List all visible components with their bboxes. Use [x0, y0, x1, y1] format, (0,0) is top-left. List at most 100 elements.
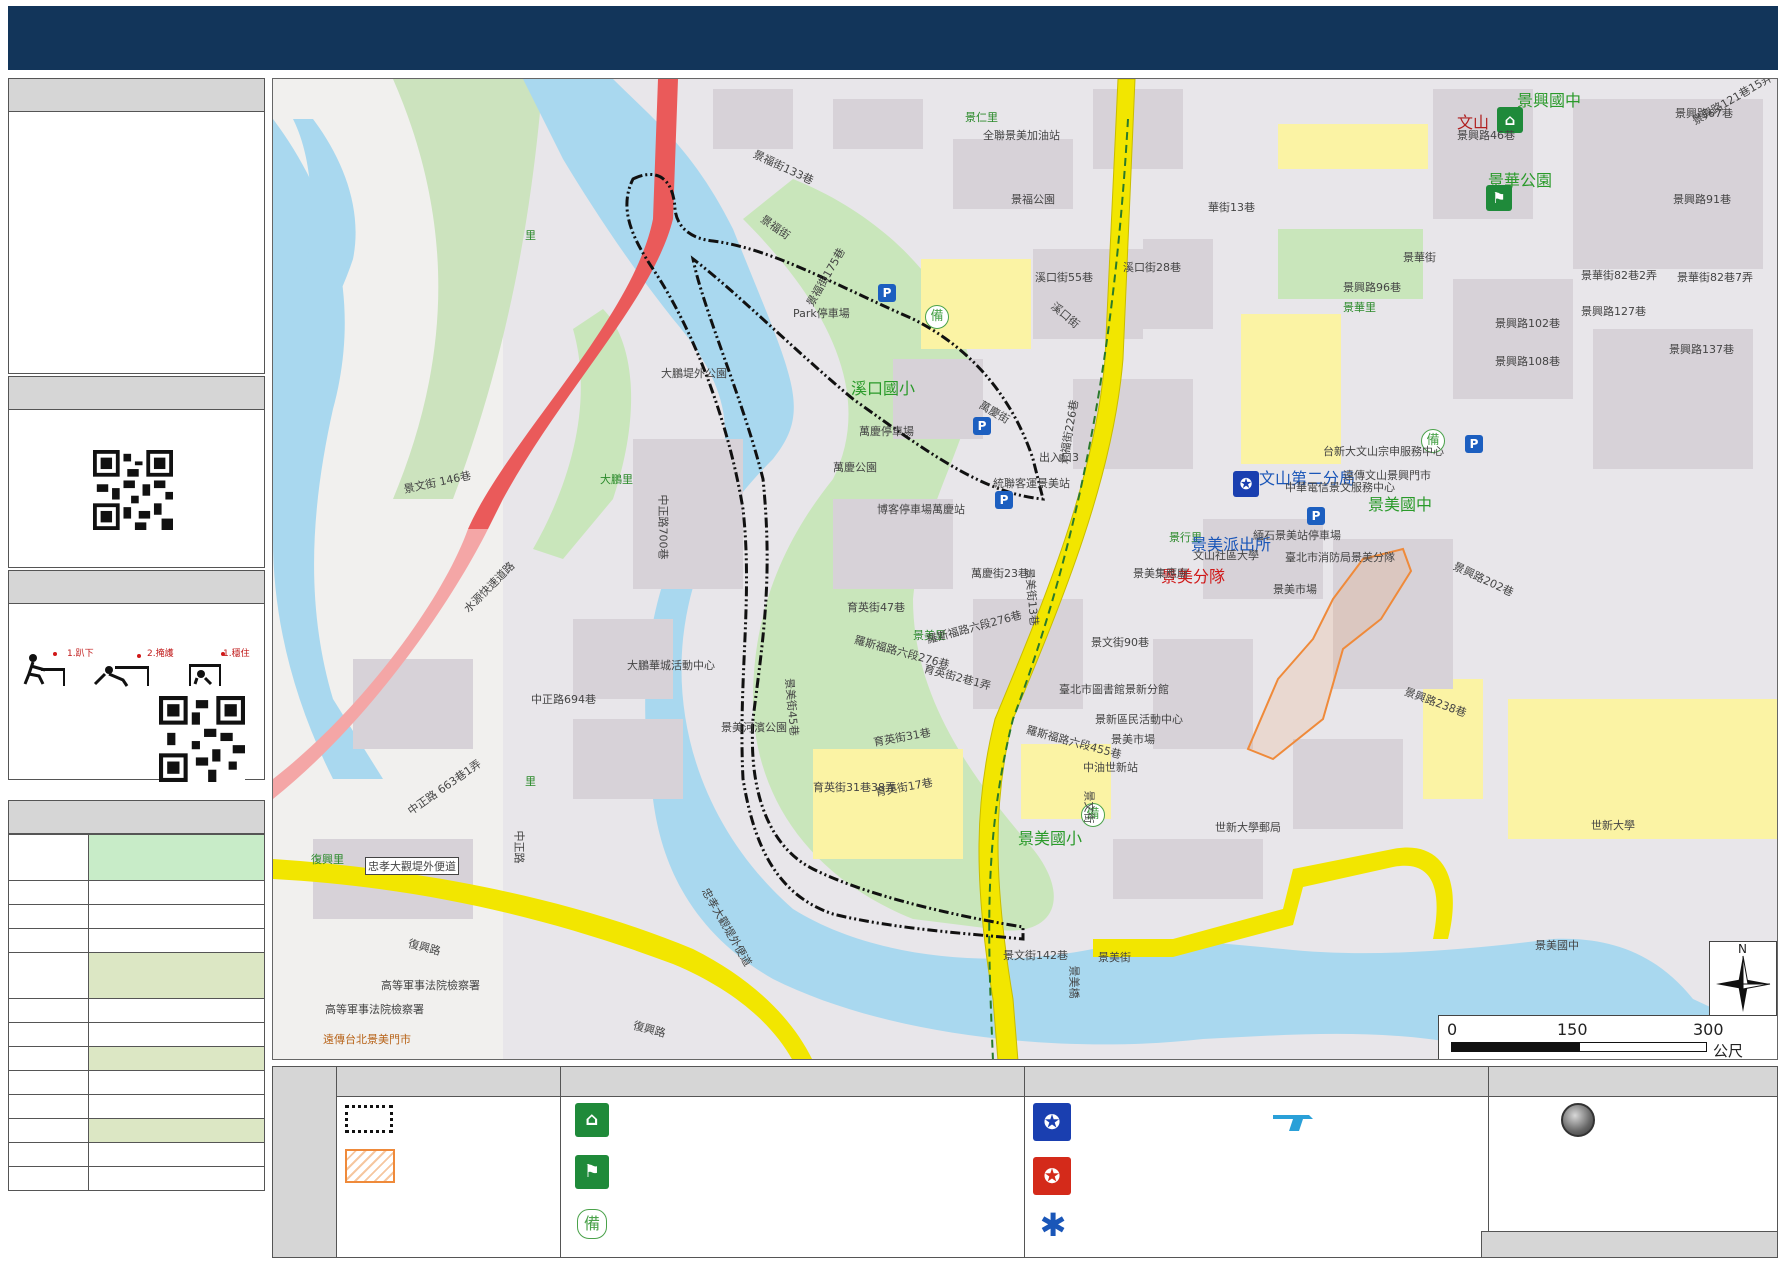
- poi-label: 萬慶停車場: [859, 425, 914, 438]
- sidebar-qr-box: [8, 410, 265, 568]
- poi-label: 景美國中: [1535, 939, 1579, 952]
- street-label: 中正路700巷: [656, 494, 670, 560]
- street-label: 景興路46巷: [1457, 129, 1515, 142]
- street-label: 育英街31巷38弄: [813, 781, 896, 794]
- sidebar-disaster-box: 1.趴下 2.掩護 1.穩住: [8, 604, 265, 782]
- legend-police-icon: ✪: [1033, 1103, 1071, 1141]
- street-label: 景文街: [1082, 790, 1096, 824]
- street-label: 景華街82巷2弄: [1581, 269, 1657, 282]
- scale-tick-150: 150: [1557, 1020, 1588, 1039]
- area-label-dapeng: 大鵬里: [600, 473, 633, 486]
- street-label: 中正路694巷: [531, 693, 596, 706]
- legend-side-header: [273, 1067, 337, 1257]
- poi-label: Park停車場: [793, 307, 850, 320]
- poi-label: 臺北市消防局景美分隊: [1285, 551, 1395, 564]
- poi-label: 景美集應廟: [1133, 567, 1188, 580]
- north-label: N: [1738, 942, 1747, 956]
- area-label-li-a: 里: [525, 229, 536, 242]
- school-label-jingxing-jr: 景興國中: [1517, 91, 1582, 110]
- police-icon-wenshan-2[interactable]: ✪: [1233, 471, 1259, 497]
- poi-label: 台新大文山宗申服務中心: [1323, 445, 1444, 458]
- evacuation-map[interactable]: 景仁里 大鵬里 景美里 景華里 景行里 復興里 里 里 溪口國小 景美國小 景美…: [272, 78, 1778, 1060]
- parking-icon-1[interactable]: P: [878, 284, 896, 302]
- sidebar-info-table: [8, 834, 265, 1191]
- legend-hazard-symbol: [345, 1149, 395, 1183]
- scale-segment-2: [1579, 1042, 1707, 1052]
- poi-label: 臺北市圖書館景新分館: [1059, 683, 1169, 696]
- poi-label: 出入口3: [1039, 451, 1079, 464]
- title-bar: [8, 6, 1778, 70]
- poi-label: 世新大學郵局: [1215, 821, 1281, 834]
- street-label: 溪口街55巷: [1035, 271, 1093, 284]
- qr-code-disaster-icon[interactable]: [159, 696, 245, 782]
- parking-icon-4[interactable]: P: [1307, 507, 1325, 525]
- street-label: 中正路: [512, 830, 526, 864]
- scale-unit: 公尺: [1713, 1042, 1744, 1060]
- scale-segment-1: [1451, 1042, 1579, 1052]
- poi-label: 中華電信景文服務中心: [1285, 481, 1395, 494]
- legend-location-icon: [1561, 1103, 1595, 1137]
- street-label: 育英街47巷: [847, 601, 905, 614]
- prep-icon-xikou[interactable]: 備: [925, 305, 949, 329]
- sidebar: 1.趴下 2.掩護 1.穩住: [8, 78, 265, 1258]
- legend-col-other: [1481, 1097, 1777, 1257]
- legend-col-shelters: ⌂ ⚑ 備: [561, 1097, 1025, 1257]
- poi-label: 大鵬堤外公園: [661, 367, 727, 380]
- legend-col-agencies: ✪ ✪ ✱: [1025, 1097, 1489, 1257]
- poi-label: 高等軍事法院檢察署: [381, 979, 480, 992]
- street-label: 景興路96巷: [1343, 281, 1401, 294]
- sidebar-header-1: [8, 78, 265, 112]
- legend-park-icon: ⚑: [575, 1155, 609, 1189]
- scale-tick-0: 0: [1447, 1020, 1458, 1039]
- legend-fire-icon: ✪: [1033, 1157, 1071, 1195]
- parking-icon-2[interactable]: P: [973, 417, 991, 435]
- legend-prep-icon: 備: [577, 1209, 607, 1239]
- legend-head-4: [1489, 1067, 1777, 1097]
- route-shield: 忠孝大觀堤外便道: [365, 857, 459, 875]
- street-label: 景興路127巷: [1581, 305, 1646, 318]
- disaster-label-cover: 2.掩護: [147, 649, 174, 659]
- poi-label: 中油世新站: [1083, 761, 1138, 774]
- poi-label: 景美市場: [1273, 583, 1317, 596]
- disaster-label-hold: 1.穩住: [223, 649, 250, 659]
- poi-label: 高等軍事法院檢察署: [325, 1003, 424, 1016]
- area-label-li-b: 里: [525, 775, 536, 788]
- poi-label: 景美市場: [1111, 733, 1155, 746]
- qr-code-icon[interactable]: [93, 450, 173, 530]
- sidebar-header-4: [8, 800, 265, 834]
- poi-label: 世新大學: [1591, 819, 1635, 832]
- poi-label: 緬石景美站停車場: [1253, 529, 1341, 542]
- street-label: 景美橋: [1067, 965, 1081, 999]
- street-label: 華街13巷: [1208, 201, 1255, 214]
- school-label-xikou: 溪口國小: [851, 379, 916, 398]
- legend-shelter-icon: ⌂: [575, 1103, 609, 1137]
- scale-bar: 0 150 300 公尺: [1438, 1015, 1777, 1060]
- street-label: 景興路108巷: [1495, 355, 1560, 368]
- park-evac-icon-jinghua[interactable]: ⚑: [1486, 185, 1512, 211]
- sidebar-header-2: [8, 376, 265, 410]
- legend-medical-icon: ✱: [1039, 1206, 1067, 1244]
- sidebar-header-3: [8, 570, 265, 604]
- street-label: 景興路137巷: [1669, 343, 1734, 356]
- scale-tick-300: 300: [1693, 1020, 1724, 1039]
- street-label: 景華街: [1403, 251, 1436, 264]
- street-label: 景興路91巷: [1673, 193, 1731, 206]
- poi-label: 景新區民活動中心: [1095, 713, 1183, 726]
- poi-label: 萬慶公園: [833, 461, 877, 474]
- street-label: 景興路102巷: [1495, 317, 1560, 330]
- legend-head-2: [561, 1067, 1025, 1097]
- poi-label: 博客停車場萬慶站: [877, 503, 965, 516]
- legend-hydrant-icon: [1273, 1115, 1313, 1131]
- disaster-label-drop: 1.趴下: [67, 649, 94, 659]
- street-label: 景美街: [1098, 951, 1131, 964]
- street-label: 景文街142巷: [1003, 949, 1068, 962]
- poi-label: 統聯客運景美站: [993, 477, 1070, 490]
- poi-label: 全聯景美加油站: [983, 129, 1060, 142]
- parking-icon-5[interactable]: P: [1465, 435, 1483, 453]
- sidebar-info-box: [8, 112, 265, 374]
- legend-head-3: [1025, 1067, 1489, 1097]
- parking-icon-3[interactable]: P: [995, 491, 1013, 509]
- poi-label: 景美河濱公園: [721, 721, 787, 734]
- poi-label: 景福公園: [1011, 193, 1055, 206]
- legend-col-boundary: [337, 1097, 561, 1257]
